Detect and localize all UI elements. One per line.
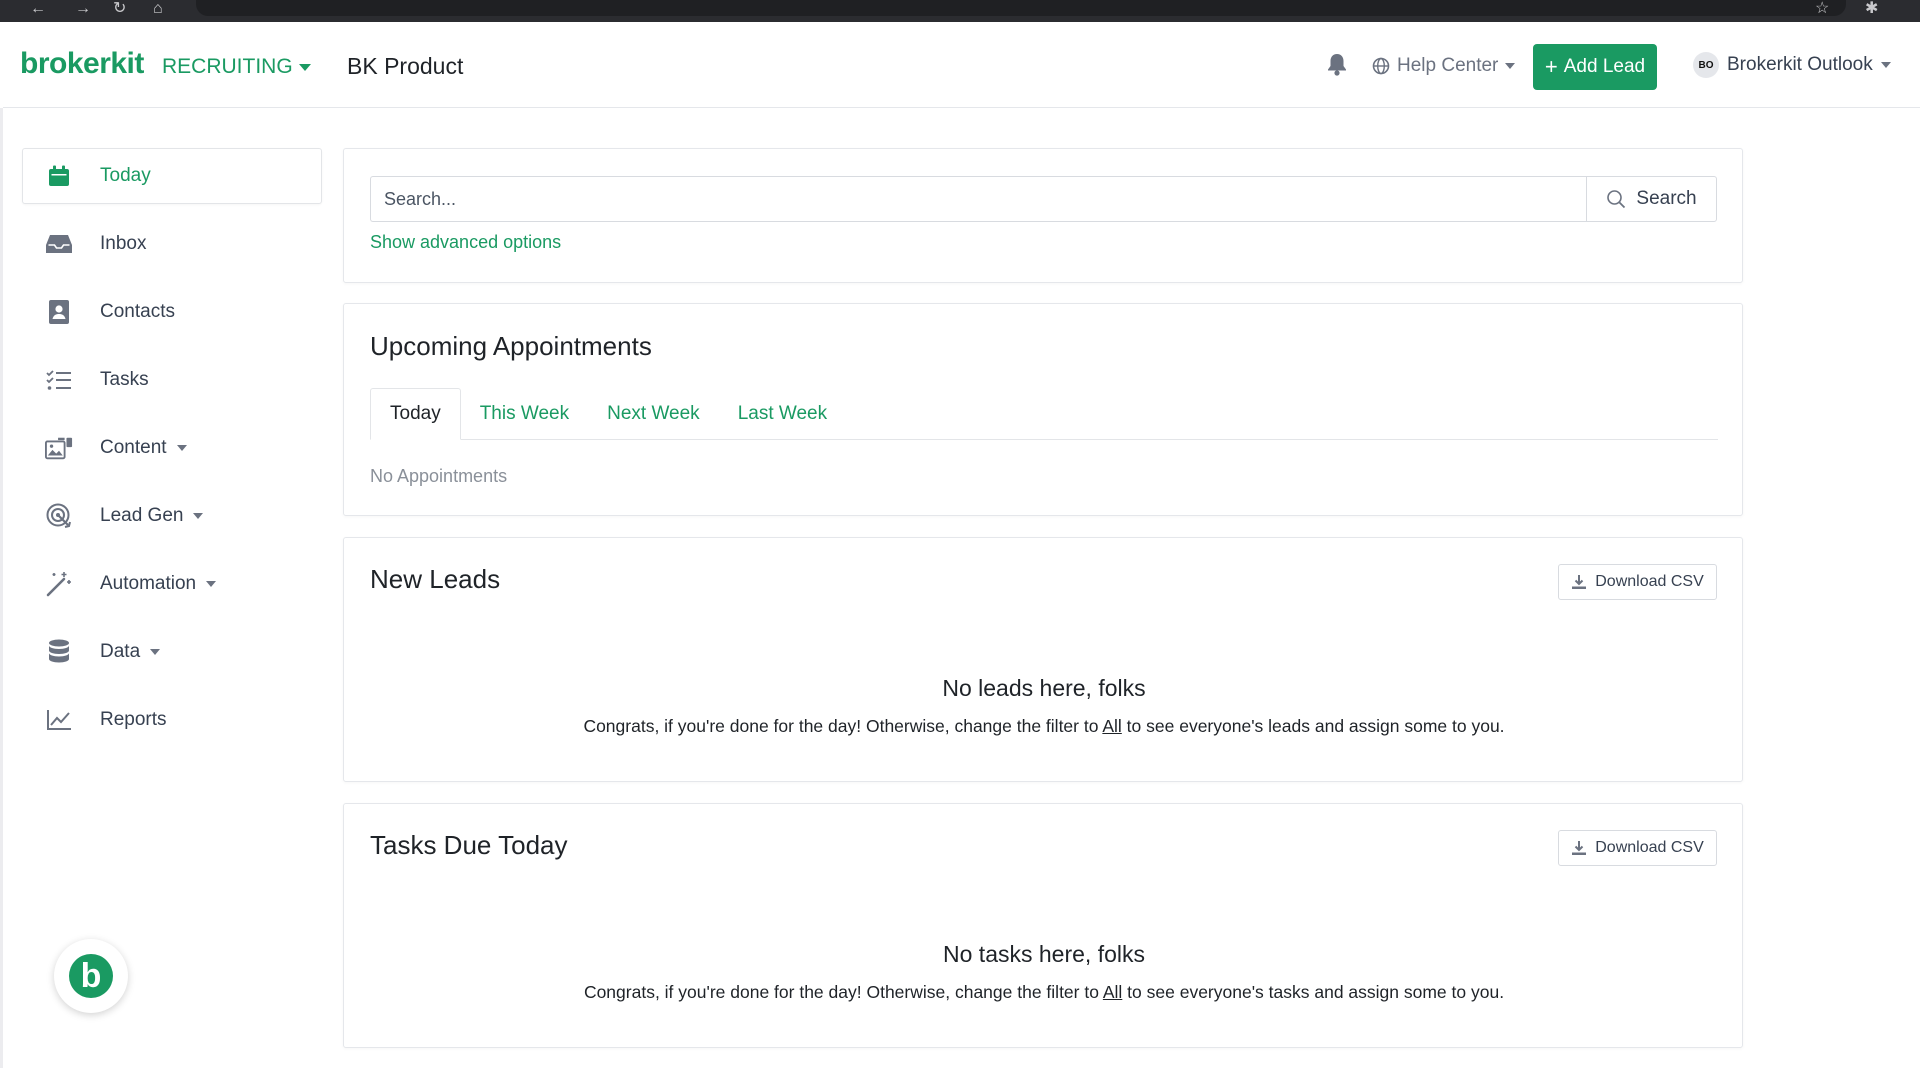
reload-icon[interactable]: ↻ — [113, 1, 126, 17]
sidebar-item-label: Automation — [100, 573, 197, 594]
tab-last-week[interactable]: Last Week — [719, 388, 846, 440]
back-icon[interactable]: ← — [30, 1, 46, 17]
sidebar-item-label: Inbox — [100, 233, 147, 254]
chevron-down-icon — [1880, 62, 1891, 68]
app-header: brokerkit RECRUITING BK Product Help Cen… — [3, 22, 1920, 108]
tasks-due-today-card: Tasks Due Today Download CSV No tasks he… — [343, 803, 1743, 1048]
empty-state-title: No leads here, folks — [942, 675, 1146, 701]
forward-icon[interactable]: → — [75, 1, 91, 17]
download-icon — [1572, 575, 1587, 589]
download-csv-button[interactable]: Download CSV — [1558, 830, 1717, 866]
sidebar-item-label: Reports — [100, 709, 167, 730]
all-filter-link[interactable]: All — [1102, 716, 1121, 736]
brokerkit-b-icon: b — [69, 954, 113, 998]
all-filter-link[interactable]: All — [1103, 982, 1122, 1002]
help-center-dropdown[interactable]: Help Center — [1372, 55, 1516, 77]
notifications-bell-icon[interactable] — [1326, 52, 1348, 81]
sidebar-item-label: Data — [100, 641, 141, 662]
add-lead-label: Add Lead — [1563, 56, 1646, 77]
no-appointments-text: No Appointments — [370, 466, 508, 486]
appointments-tabs: Today This Week Next Week Last Week — [370, 388, 1718, 440]
search-icon — [1607, 190, 1626, 209]
brokerkit-widget-button[interactable]: b — [54, 939, 128, 1013]
sidebar-item-inbox[interactable]: Inbox — [22, 216, 322, 272]
brokerkit-logo[interactable]: brokerkit — [20, 47, 144, 81]
sidebar-item-reports[interactable]: Reports — [22, 692, 322, 748]
globe-icon — [1372, 57, 1390, 75]
user-name: Brokerkit Outlook — [1727, 54, 1873, 75]
sidebar-item-label: Content — [100, 437, 167, 458]
database-icon — [45, 638, 73, 666]
workspace-dropdown[interactable]: RECRUITING — [162, 55, 311, 79]
home-icon[interactable]: ⌂ — [153, 1, 163, 17]
sidebar-item-label: Contacts — [100, 301, 175, 322]
bookmark-icon[interactable]: ☆ — [1815, 1, 1829, 17]
sidebar-item-tasks[interactable]: Tasks — [22, 352, 322, 408]
product-name: BK Product — [347, 53, 464, 79]
new-leads-card: New Leads Download CSV No leads here, fo… — [343, 537, 1743, 782]
tasks-icon — [45, 366, 73, 394]
add-lead-button[interactable]: + Add Lead — [1533, 44, 1657, 90]
lead-gen-icon — [45, 502, 73, 530]
calendar-icon — [45, 162, 73, 190]
workspace-label: RECRUITING — [162, 55, 293, 78]
search-button[interactable]: Search — [1586, 176, 1717, 222]
tab-this-week[interactable]: This Week — [461, 388, 588, 440]
chevron-down-icon — [193, 513, 204, 519]
empty-state-text: Congrats, if you're done for the day! Ot… — [344, 982, 1744, 1003]
empty-state-text-after: to see everyone's tasks and assign some … — [1122, 982, 1505, 1002]
browser-toolbar: ← → ↻ ⌂ ☆ ✱ — [0, 0, 1920, 22]
empty-state-title: No tasks here, folks — [943, 941, 1145, 967]
tasks-due-title: Tasks Due Today — [370, 830, 568, 860]
chevron-down-icon — [298, 63, 311, 71]
sidebar-item-label: Tasks — [100, 369, 149, 390]
sidebar-item-label: Today — [100, 165, 151, 186]
sidebar-item-content[interactable]: Content — [22, 420, 322, 476]
svg-text:b: b — [81, 957, 102, 995]
chevron-down-icon — [150, 649, 161, 655]
chart-icon — [45, 706, 73, 734]
magic-wand-icon — [45, 570, 73, 598]
avatar: BO — [1693, 52, 1719, 78]
search-input[interactable] — [370, 176, 1587, 222]
sidebar-item-automation[interactable]: Automation — [22, 556, 322, 612]
extensions-icon[interactable]: ✱ — [1865, 1, 1878, 17]
download-csv-label: Download CSV — [1595, 839, 1704, 856]
inbox-icon — [45, 230, 73, 258]
sidebar-item-contacts[interactable]: Contacts — [22, 284, 322, 340]
user-menu-dropdown[interactable]: BO Brokerkit Outlook — [1693, 52, 1891, 78]
tab-today[interactable]: Today — [370, 388, 461, 440]
empty-state-text-before: Congrats, if you're done for the day! Ot… — [583, 982, 1103, 1002]
new-leads-title: New Leads — [370, 564, 501, 594]
empty-state-text-after: to see everyone's leads and assign some … — [1121, 716, 1505, 736]
search-card: Search Show advanced options — [343, 148, 1743, 283]
content-icon — [45, 434, 73, 462]
appointments-title: Upcoming Appointments — [370, 331, 652, 361]
contacts-icon — [45, 298, 73, 326]
left-edge-divider — [0, 108, 3, 1068]
tab-next-week[interactable]: Next Week — [588, 388, 719, 440]
sidebar-item-data[interactable]: Data — [22, 624, 322, 680]
sidebar-item-lead-gen[interactable]: Lead Gen — [22, 488, 322, 544]
download-csv-button[interactable]: Download CSV — [1558, 564, 1717, 600]
sidebar-item-label: Lead Gen — [100, 505, 184, 526]
chevron-down-icon — [206, 581, 217, 587]
download-icon — [1572, 841, 1587, 855]
plus-icon: + — [1544, 54, 1558, 79]
empty-state-text-before: Congrats, if you're done for the day! Ot… — [583, 716, 1103, 736]
sidebar-nav: Today Inbox Contacts Tasks Content Lead … — [22, 148, 322, 760]
help-center-label: Help Center — [1397, 55, 1499, 76]
address-bar[interactable] — [196, 0, 1846, 16]
download-csv-label: Download CSV — [1595, 573, 1704, 590]
search-button-label: Search — [1636, 188, 1697, 209]
chevron-down-icon — [1505, 63, 1516, 69]
upcoming-appointments-card: Upcoming Appointments Today This Week Ne… — [343, 303, 1743, 516]
sidebar-item-today[interactable]: Today — [22, 148, 322, 204]
show-advanced-options-link[interactable]: Show advanced options — [370, 232, 561, 253]
empty-state-text: Congrats, if you're done for the day! Ot… — [344, 716, 1744, 737]
chevron-down-icon — [176, 445, 187, 451]
